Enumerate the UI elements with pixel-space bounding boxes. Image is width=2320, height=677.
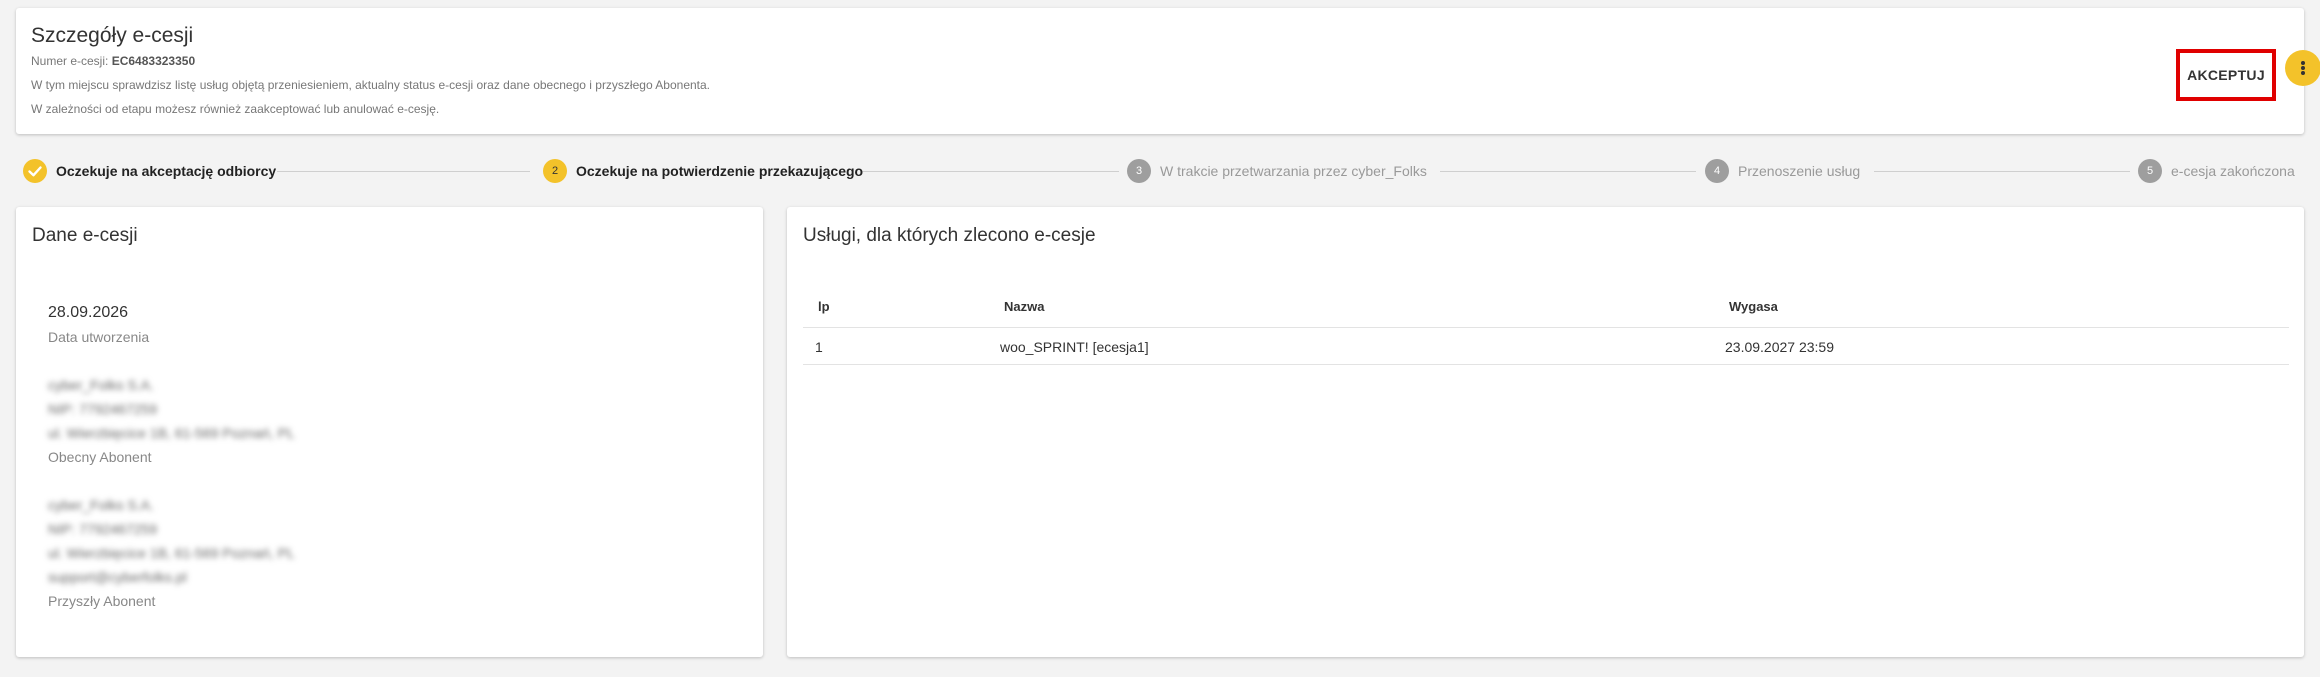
current-subscriber-nip: NIP: 7792467259 [48,401,157,417]
more-vertical-icon-dot [2301,66,2305,70]
details-title: Dane e-cesji [32,225,138,246]
step-number: 3 [1127,159,1151,183]
step-2: 2 Oczekuje na potwierdzenie przekazujące… [543,159,863,183]
services-table: lp Nazwa Wygasa 1 woo_SPRINT! [ecesja1] … [803,287,2289,365]
step-5: 5 e-cesja zakończona [2138,159,2295,183]
future-subscriber-name: cyber_Folks S.A. [48,497,154,513]
more-actions-button[interactable] [2285,50,2320,86]
ecession-details-card: Dane e-cesji 28.09.2026 Data utworzenia … [16,207,763,657]
accept-button-highlight: AKCEPTUJ [2176,49,2276,101]
column-lp: lp [818,299,830,314]
current-subscriber-address: ul. Wierzbięcice 1B, 61-569 Poznań, PL [48,425,295,441]
header-description-1: W tym miejscu sprawdzisz listę usług obj… [31,78,711,92]
step-4: 4 Przenoszenie usług [1705,159,1860,183]
created-date-label: Data utworzenia [48,329,150,345]
table-header-row: lp Nazwa Wygasa [803,287,2289,328]
step-connector [1874,171,2130,172]
step-connector [1440,171,1696,172]
table-row[interactable]: 1 woo_SPRINT! [ecesja1] 23.09.2027 23:59 [803,328,2289,365]
check-icon [23,159,47,183]
future-subscriber-email: support@cyberfolks.pl [48,569,187,585]
step-connector [277,171,530,172]
step-3: 3 W trakcie przetwarzania przez cyber_Fo… [1127,159,1427,183]
future-subscriber-label: Przyszły Abonent [48,593,156,609]
cell-name: woo_SPRINT! [ecesja1] [1000,339,1149,355]
header-description-2: W zależności od etapu możesz również zaa… [31,102,440,116]
step-label: Oczekuje na akceptację odbiorcy [56,163,277,179]
column-name: Nazwa [1004,299,1045,314]
current-subscriber-name: cyber_Folks S.A. [48,377,154,393]
more-vertical-icon [2301,61,2305,65]
services-card: Usługi, dla których zlecono e-cesje lp N… [787,207,2304,657]
more-vertical-icon-dot [2301,71,2305,75]
step-number: 5 [2138,159,2162,183]
ecession-header-card: Szczegóły e-cesji Numer e-cesji: EC64833… [16,8,2304,134]
step-label: e-cesja zakończona [2171,163,2295,179]
column-expires: Wygasa [1729,299,1778,314]
ecession-number-label: Numer e-cesji: [31,54,109,68]
future-subscriber-nip: NIP: 7792467259 [48,521,157,537]
ecession-number-value: EC6483323350 [111,54,196,68]
step-connector [862,171,1119,172]
cell-lp: 1 [815,339,823,355]
ecession-number: Numer e-cesji: EC6483323350 [31,54,195,68]
step-number: 2 [543,159,567,183]
step-number: 4 [1705,159,1729,183]
future-subscriber-address: ul. Wierzbięcice 1B, 61-569 Poznań, PL [48,545,295,561]
step-label: Przenoszenie usług [1738,163,1861,179]
step-label: W trakcie przetwarzania przez cyber_Folk… [1160,163,1427,179]
current-subscriber-label: Obecny Abonent [48,449,152,465]
cell-expires: 23.09.2027 23:59 [1725,339,1834,355]
created-date-value: 28.09.2026 [48,304,129,321]
step-1: Oczekuje na akceptację odbiorcy [23,159,276,183]
accept-button[interactable]: AKCEPTUJ [2185,58,2267,92]
services-title: Usługi, dla których zlecono e-cesje [803,225,1096,246]
step-label: Oczekuje na potwierdzenie przekazującego [576,163,864,179]
page-title: Szczegóły e-cesji [31,24,194,47]
